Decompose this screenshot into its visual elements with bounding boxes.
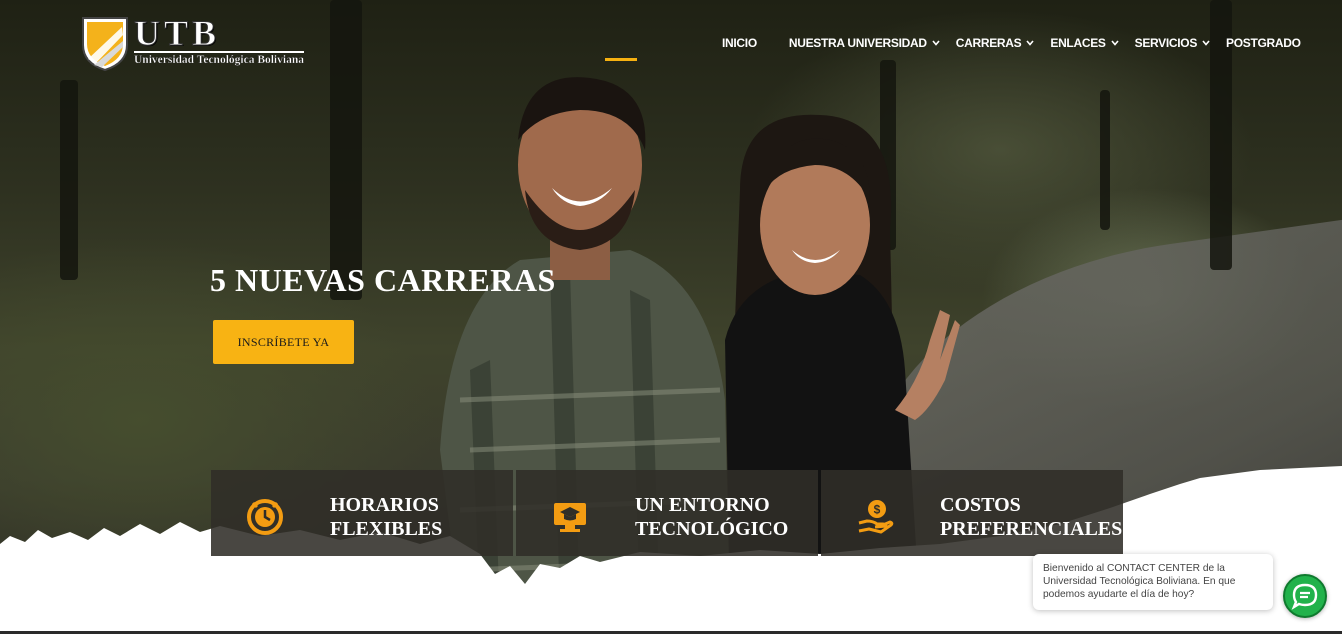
chevron-down-icon [932,40,940,46]
utb-logo[interactable]: UTB Universidad Tecnológica Boliviana [80,15,325,73]
feature-label: UN ENTORNO TECNOLÓGICO [635,494,789,540]
chat-button[interactable] [1283,574,1327,618]
shield-logo-icon [82,17,128,71]
tree-trunk [60,80,78,280]
nav-item-inicio[interactable]: INICIO [722,36,757,50]
nav-item-enlaces[interactable]: ENLACES [1050,36,1119,50]
chat-welcome-bubble[interactable]: Bienvenido al CONTACT CENTER de la Unive… [1033,554,1273,610]
clock-icon [247,499,283,535]
logo-subtitle: Universidad Tecnológica Boliviana [134,51,304,66]
nav-item-label: INICIO [722,36,757,50]
nav-active-indicator [605,58,637,61]
features-strip: HORARIOS FLEXIBLES UN ENTORNO TECNOLÓGIC… [211,470,1123,556]
nav-item-servicios[interactable]: SERVICIOS [1135,36,1210,50]
nav-item-postgrado[interactable]: POSTGRADO [1226,36,1301,50]
tree-trunk [1100,90,1110,230]
enroll-button[interactable]: INSCRÍBETE YA [213,320,354,364]
hero-title: 5 NUEVAS CARRERAS [210,262,556,298]
chat-icon [1291,583,1318,610]
nav-item-label: SERVICIOS [1134,36,1198,50]
feature-label: COSTOS PREFERENCIALES [940,494,1123,540]
main-nav: INICIO NUESTRA UNIVERSIDAD CARRERAS ENLA… [722,36,1301,50]
nav-item-label: POSTGRADO [1226,36,1301,50]
graduation-monitor-icon [554,503,586,532]
chevron-down-icon [1111,40,1119,46]
logo-wordmark: UTB [134,13,221,53]
feature-card-entorno: UN ENTORNO TECNOLÓGICO [516,470,818,556]
svg-text:$: $ [874,503,881,517]
nav-item-nuestra-universidad[interactable]: NUESTRA UNIVERSIDAD [789,36,940,50]
feature-label: HORARIOS FLEXIBLES [330,494,443,540]
nav-item-carreras[interactable]: CARRERAS [956,36,1035,50]
chevron-down-icon [1202,40,1210,46]
money-hand-icon: $ [858,500,894,534]
feature-card-costos: $ COSTOS PREFERENCIALES [821,470,1123,556]
nav-item-label: NUESTRA UNIVERSIDAD [788,36,927,50]
feature-card-horarios: HORARIOS FLEXIBLES [211,470,513,556]
tree-trunk [330,0,362,300]
chevron-down-icon [1026,40,1034,46]
nav-item-label: CARRERAS [955,36,1022,50]
nav-item-label: ENLACES [1050,36,1106,50]
